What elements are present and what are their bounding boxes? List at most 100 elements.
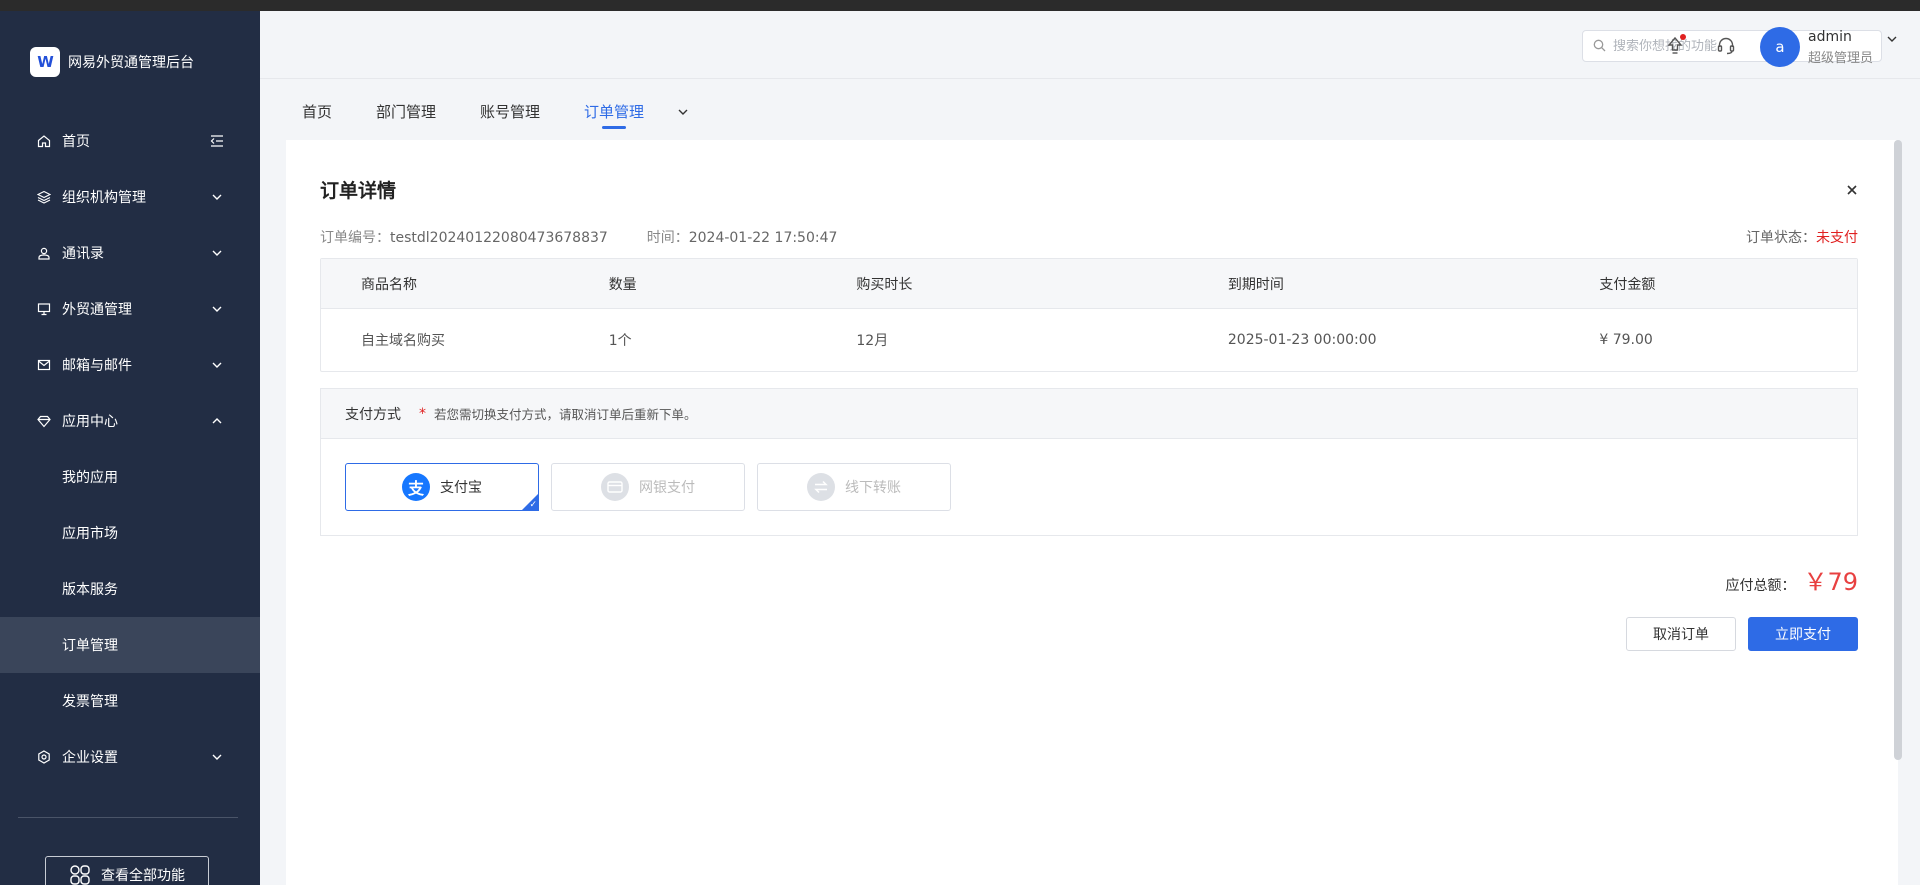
mail-icon (36, 357, 52, 373)
sidebar-item-label: 组织机构管理 (62, 190, 146, 206)
payment-option-offline-transfer[interactable]: 线下转账 (757, 463, 951, 511)
layers-icon (36, 189, 52, 205)
cancel-order-button[interactable]: 取消订单 (1626, 617, 1736, 651)
column-header-amount: 支付金额 (1599, 276, 1656, 293)
cell-amount: ¥ 79.00 (1599, 332, 1653, 348)
settings-icon (36, 749, 52, 765)
order-number: testdl20240122080473678837 (390, 230, 608, 246)
payment-option-label: 网银支付 (639, 480, 695, 496)
sidebar-item-version-service[interactable]: 版本服务 (0, 561, 260, 617)
payment-option-label: 支付宝 (440, 480, 482, 496)
cell-duration: 12月 (856, 333, 889, 349)
order-time-label: 时间： (646, 230, 689, 246)
chevron-down-icon (210, 246, 224, 260)
customer-service-button[interactable] (1713, 33, 1739, 59)
brand[interactable]: W 网易外贸通管理后台 (30, 47, 194, 77)
sidebar-item-invoice-management[interactable]: 发票管理 (0, 673, 260, 729)
order-number-label: 订单编号： (320, 230, 390, 246)
order-detail-panel: 订单详情 订单编号：testdl20240122080473678837 时间：… (286, 140, 1898, 885)
payment-method-label: 支付方式 (345, 406, 401, 423)
home-icon (36, 133, 52, 149)
sidebar-item-app-center[interactable]: 应用中心 (0, 393, 260, 449)
user-info: admin 超级管理员 (1808, 29, 1873, 66)
sidebar-item-app-market[interactable]: 应用市场 (0, 505, 260, 561)
payment-tip: 若您需切换支付方式，请取消订单后重新下单。 (434, 407, 697, 422)
order-meta: 订单编号：testdl20240122080473678837 时间：2024-… (320, 227, 837, 247)
sidebar-item-organization[interactable]: 组织机构管理 (0, 169, 260, 225)
cell-quantity: 1个 (608, 333, 632, 349)
payment-options: 支 支付宝 ✓ 网银支付 线下转账 (345, 463, 963, 511)
cell-expiry: 2025-01-23 00:00:00 (1227, 332, 1377, 348)
notification-dot (1680, 34, 1686, 40)
cell-product: 自主域名购买 (361, 333, 445, 349)
payment-option-online-banking[interactable]: 网银支付 (551, 463, 745, 511)
column-header-expiry: 到期时间 (1227, 276, 1284, 293)
app-title: 网易外贸通管理后台 (68, 55, 194, 71)
payable-total-amount: ￥79 (1803, 568, 1858, 596)
gem-icon (36, 413, 52, 429)
monitor-icon (36, 301, 52, 317)
tab-department-management[interactable]: 部门管理 (354, 92, 458, 128)
grid-icon (69, 864, 91, 885)
collapse-sidebar-icon[interactable] (210, 134, 224, 148)
page-tabs: 首页 部门管理 账号管理 订单管理 (260, 92, 700, 128)
payment-method-header: 支付方式 * 若您需切换支付方式，请取消订单后重新下单。 (321, 389, 1857, 439)
sidebar-item-order-management[interactable]: 订单管理 (0, 617, 260, 673)
headset-icon (1717, 37, 1735, 55)
close-button[interactable] (1842, 180, 1862, 200)
sidebar-item-mail[interactable]: 邮箱与邮件 (0, 337, 260, 393)
contacts-icon (36, 245, 52, 261)
sidebar-divider (18, 817, 238, 818)
sidebar-item-label: 邮箱与邮件 (62, 358, 132, 374)
chevron-down-icon (1887, 30, 1897, 46)
sidebar-item-label: 应用中心 (62, 414, 118, 430)
close-icon (1847, 185, 1857, 195)
required-mark: * (419, 405, 426, 422)
alipay-icon: 支 (402, 473, 430, 501)
search-icon (1593, 39, 1607, 53)
browser-top-strip (0, 0, 1920, 11)
order-items-table: 商品名称 数量 购买时长 到期时间 支付金额 自主域名购买 1个 12月 202… (320, 258, 1858, 372)
status-badge: 未支付 (1816, 230, 1858, 246)
sidebar-item-trade-management[interactable]: 外贸通管理 (0, 281, 260, 337)
column-header-quantity: 数量 (608, 276, 637, 293)
sidebar-item-home[interactable]: 首页 (0, 113, 260, 169)
sidebar-item-my-apps[interactable]: 我的应用 (0, 449, 260, 505)
payable-total-label: 应付总额： (1725, 578, 1796, 594)
top-header: a admin 超级管理员 (260, 11, 1920, 79)
sidebar-item-label: 订单管理 (62, 638, 118, 654)
sidebar-item-label: 通讯录 (62, 246, 104, 262)
payable-total: 应付总额： ￥79 (1725, 562, 1858, 597)
app-logo-icon: W (30, 47, 60, 77)
tab-account-management[interactable]: 账号管理 (458, 92, 562, 128)
chevron-down-icon (210, 190, 224, 204)
sidebar-item-label: 外贸通管理 (62, 302, 132, 318)
table-row: 自主域名购买 1个 12月 2025-01-23 00:00:00 ¥ 79.0… (321, 309, 1857, 371)
order-status: 订单状态：未支付 (1746, 227, 1858, 247)
bank-card-icon (601, 473, 629, 501)
sidebar: W 网易外贸通管理后台 首页 组织机构管理 通讯录 外贸通管理 邮箱与邮件 应用… (0, 11, 260, 885)
pay-now-button[interactable]: 立即支付 (1748, 617, 1858, 651)
view-all-functions-label: 查看全部功能 (101, 868, 185, 884)
tab-home[interactable]: 首页 (280, 92, 354, 128)
view-all-functions-button[interactable]: 查看全部功能 (45, 856, 209, 885)
user-role: 超级管理员 (1808, 50, 1874, 66)
sidebar-item-enterprise-settings[interactable]: 企业设置 (0, 729, 260, 785)
payment-option-alipay[interactable]: 支 支付宝 ✓ (345, 463, 539, 511)
sidebar-item-label: 应用市场 (62, 526, 118, 542)
scrollbar[interactable] (1894, 140, 1902, 760)
upgrade-button[interactable] (1662, 33, 1688, 59)
sidebar-item-label: 版本服务 (62, 582, 118, 598)
column-header-product: 商品名称 (361, 276, 417, 293)
chevron-down-icon (210, 302, 224, 316)
tabs-more-button[interactable] (666, 94, 700, 130)
transfer-icon (807, 473, 835, 501)
avatar: a (1760, 27, 1800, 67)
user-menu[interactable]: a admin 超级管理员 (1760, 27, 1897, 67)
order-time: 2024-01-22 17:50:47 (688, 230, 838, 246)
tab-order-management[interactable]: 订单管理 (562, 92, 666, 128)
sidebar-item-contacts[interactable]: 通讯录 (0, 225, 260, 281)
chevron-down-icon (210, 358, 224, 372)
payment-method-section: 支付方式 * 若您需切换支付方式，请取消订单后重新下单。 支 支付宝 ✓ 网银支… (320, 388, 1858, 536)
sidebar-nav: 首页 组织机构管理 通讯录 外贸通管理 邮箱与邮件 应用中心 我的应用 应用市场… (0, 113, 260, 785)
